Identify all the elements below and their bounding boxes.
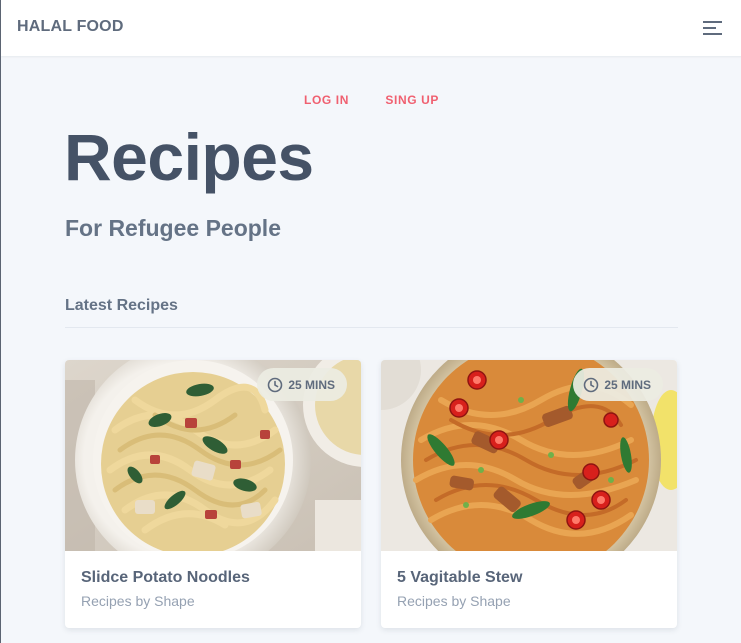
- recipe-title[interactable]: Slidce Potato Noodles: [81, 569, 345, 587]
- cook-time-text: 25 MINS: [288, 377, 335, 392]
- recipe-card[interactable]: 25 MINS Slidce Potato Noodles Recipes by…: [65, 360, 361, 628]
- cook-time-badge: 25 MINS: [573, 368, 663, 401]
- hamburger-menu-icon[interactable]: [703, 20, 723, 36]
- auth-links: LOG IN SING UP: [1, 91, 741, 109]
- page: HALAL FOOD LOG IN SING UP Recipes For Re…: [0, 0, 741, 643]
- brand-logo[interactable]: HALAL FOOD: [17, 18, 124, 36]
- recipe-author: Recipes by Shape: [397, 593, 511, 609]
- recipe-title[interactable]: 5 Vagitable Stew: [397, 569, 661, 587]
- clock-icon: [268, 377, 283, 392]
- cook-time-badge: 25 MINS: [257, 368, 347, 401]
- signup-link[interactable]: SING UP: [385, 93, 439, 107]
- recipe-image-stir-fry[interactable]: 25 MINS: [381, 360, 677, 551]
- page-subtitle: For Refugee People: [65, 215, 281, 241]
- cook-time-text: 25 MINS: [604, 377, 651, 392]
- recipe-card[interactable]: 25 MINS 5 Vagitable Stew Recipes by Shap…: [381, 360, 677, 628]
- section-title-latest-recipes: Latest Recipes: [65, 297, 178, 314]
- login-link[interactable]: LOG IN: [304, 93, 349, 107]
- page-title: Recipes: [64, 120, 314, 194]
- recipe-image-pasta[interactable]: 25 MINS: [65, 360, 361, 551]
- section-divider: [65, 327, 678, 328]
- clock-icon: [584, 377, 599, 392]
- top-navbar: HALAL FOOD: [1, 0, 741, 56]
- recipe-author: Recipes by Shape: [81, 593, 195, 609]
